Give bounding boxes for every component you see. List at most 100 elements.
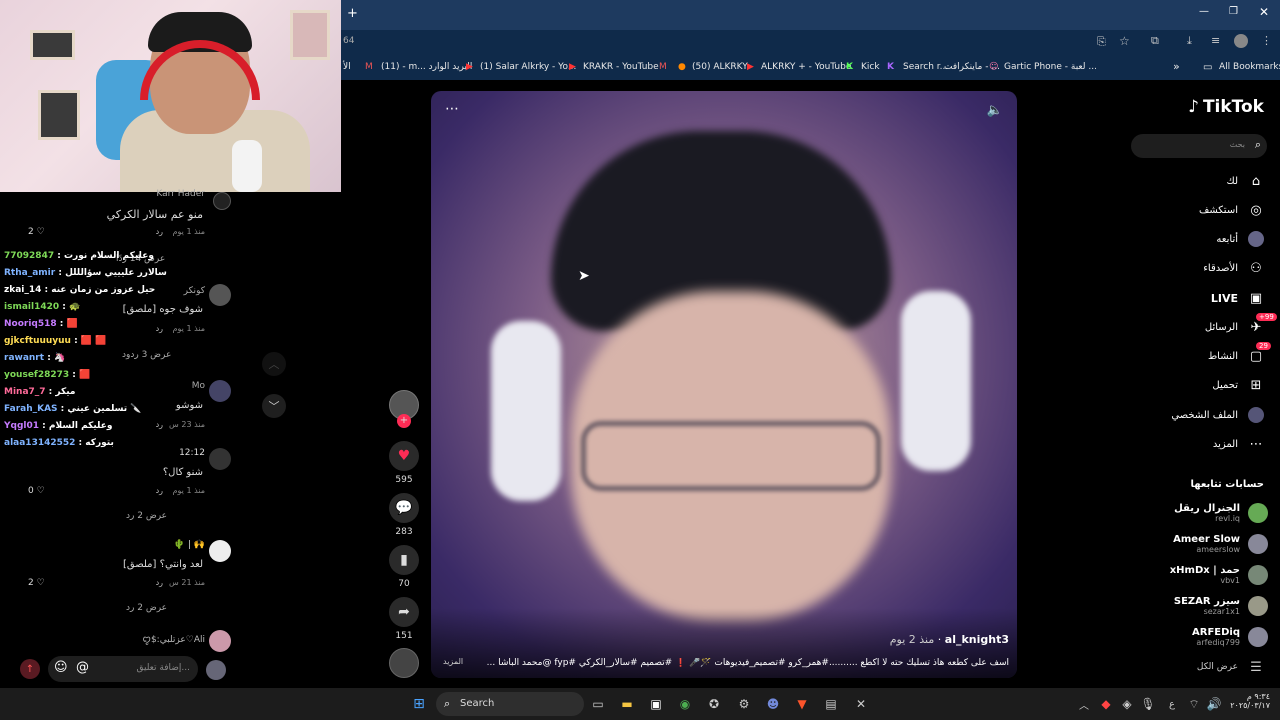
nav-upload[interactable]: تحميل ⊞ (1212, 374, 1264, 396)
video-player[interactable]: ⋯ 🔈 al_knight3 · منذ 2 يوم اسف على كطعه … (431, 91, 1017, 678)
taskbar-search[interactable]: ⌕ Search (436, 692, 584, 716)
reply-button[interactable]: رد (156, 420, 163, 429)
address-bar[interactable]: 64 ⎘ ☆ ⧉ ⤓ ≡ ⋮ (341, 30, 1280, 54)
sound-disc[interactable] (388, 648, 420, 682)
comment-username[interactable]: Karr Hader (156, 189, 205, 199)
nav-activity[interactable]: النشاط ▢ 29 (1208, 342, 1271, 367)
user-avatar[interactable] (206, 660, 226, 680)
network-icon[interactable]: ⌔ (1186, 696, 1202, 712)
file-explorer-icon[interactable]: ▬ (619, 696, 635, 712)
comment-likes[interactable]: 0 ♡ (28, 486, 45, 496)
minimize-button[interactable]: — (1199, 6, 1209, 17)
reply-button[interactable]: رد (156, 578, 163, 587)
input-language[interactable]: ع (1164, 696, 1180, 712)
bookmark-item[interactable]: KRAKR - YouTube (583, 62, 659, 72)
restore-button[interactable]: ❐ (1229, 6, 1238, 17)
bookmark-item[interactable]: (1) Salar Alkrky - Yo... (480, 62, 576, 72)
store-icon[interactable]: ▣ (648, 696, 664, 712)
menu-kebab-icon[interactable]: ⋮ (1261, 34, 1272, 47)
bookmark-star-icon[interactable]: ☆ (1119, 34, 1130, 48)
search-input[interactable]: بحث ⌕ (1131, 134, 1267, 158)
all-bookmarks-button[interactable]: All Bookmarks (1219, 62, 1280, 72)
previous-video-button[interactable]: ︿ (262, 352, 286, 376)
brave-icon[interactable]: ▼ (794, 696, 810, 712)
comment-username[interactable]: 🌵 | 🙌 (174, 540, 205, 550)
nav-live[interactable]: LIVE ▣ (1211, 287, 1264, 309)
reply-button[interactable]: رد (156, 324, 163, 333)
capcut-icon[interactable]: ✕ (853, 696, 869, 712)
task-view-icon[interactable]: ▭ (590, 696, 606, 712)
show-all-button[interactable]: عرض الكل ☰ (1197, 656, 1264, 678)
comment-avatar[interactable] (213, 192, 231, 210)
comment-input[interactable]: ☺ @ إضافة تعليق... (48, 656, 198, 682)
comment-avatar[interactable] (209, 630, 231, 652)
microphone-icon[interactable]: 🎙 (1140, 696, 1156, 712)
music-disc-icon[interactable] (389, 648, 419, 678)
discord-icon[interactable]: ☻ (765, 696, 781, 712)
following-account[interactable]: ARFEDiq arfediq799 (1192, 622, 1268, 652)
nav-for-you[interactable]: لك ⌂ (1227, 170, 1264, 192)
comment-avatar[interactable] (209, 448, 231, 470)
follow-plus-icon[interactable]: + (397, 414, 411, 428)
profile-avatar-icon[interactable] (1234, 34, 1248, 48)
bookmark-item[interactable]: (11) - m... البريد الوارد (381, 62, 472, 72)
nav-messages[interactable]: الرسائل ✈ +99 (1205, 313, 1277, 338)
comment-username[interactable]: 12:12 (179, 448, 205, 458)
install-app-icon[interactable]: ⎘ (1097, 35, 1106, 49)
settings-icon[interactable]: ⚙ (736, 696, 752, 712)
tiktok-logo[interactable]: ♪ TikTok (1188, 97, 1264, 117)
share-arrow-icon[interactable]: ➦ (389, 597, 419, 627)
next-video-button[interactable]: ﹀ (262, 394, 286, 418)
comment-username[interactable]: Mo (192, 381, 205, 391)
app-icon[interactable]: ▤ (823, 696, 839, 712)
windows-start-icon[interactable]: ⊞ (411, 696, 427, 712)
nav-more[interactable]: المزيد ⋯ (1213, 433, 1264, 455)
tray-overflow-icon[interactable]: ︿ (1076, 696, 1092, 712)
nav-friends[interactable]: الأصدقاء ⚇ (1203, 257, 1264, 279)
view-replies-button[interactable]: عرض 3 ردود (122, 350, 171, 360)
volume-icon[interactable]: 🔊 (1206, 696, 1222, 712)
nav-explore[interactable]: استكشف ◎ (1199, 199, 1264, 221)
comment-likes[interactable]: 2 ♡ (28, 227, 45, 237)
tray-app-icon[interactable]: ◆ (1098, 696, 1114, 712)
creator-avatar-button[interactable]: + (388, 390, 420, 438)
volume-icon[interactable]: 🔈 (987, 103, 1003, 118)
bookmark-item[interactable]: الأ (343, 62, 351, 72)
clock[interactable]: ٩:٣٤ م ٢٠٢٥/٠٣/١٧ (1226, 692, 1270, 710)
following-account[interactable]: Ameer Slow ameerslow (1173, 529, 1268, 559)
bookmark-item[interactable]: ALKRKY + - YouTube (761, 62, 851, 72)
extensions-icon[interactable]: ⧉ (1151, 34, 1159, 48)
mention-icon[interactable]: @ (76, 660, 89, 675)
comment-username[interactable]: ꨄ$:عزتلبي♡Ali (143, 633, 205, 646)
close-window-button[interactable]: ✕ (1259, 5, 1269, 19)
comment-username[interactable]: كونكر (184, 286, 205, 296)
following-account[interactable]: xHmDx | حمد vbv1 (1170, 560, 1268, 590)
nav-profile[interactable]: الملف الشخصي (1171, 404, 1264, 426)
bookmark-item[interactable]: Kick (861, 62, 880, 72)
following-account[interactable]: SEZAR سيزر sezar1x1 (1174, 591, 1268, 621)
reply-button[interactable]: رد (156, 486, 163, 495)
new-tab-button[interactable]: + (347, 6, 358, 21)
view-replies-button[interactable]: عرض 2 رد (126, 603, 167, 613)
emoji-icon[interactable]: ☺ (54, 660, 68, 675)
comment-avatar[interactable] (209, 284, 231, 306)
comment-bubble-icon[interactable]: 💬 (389, 493, 419, 523)
comment-action[interactable]: 💬 283 (388, 493, 420, 537)
share-action[interactable]: ➦ 151 (388, 597, 420, 641)
bookmark-item[interactable]: Search r... (903, 62, 948, 72)
bookmark-item[interactable]: Gartic Phone - لعبة ... (1004, 62, 1097, 72)
media-icon[interactable]: ≡ (1211, 34, 1220, 47)
like-action[interactable]: ♥ 595 (388, 441, 420, 485)
search-icon[interactable]: ⌕ (1255, 138, 1261, 152)
heart-icon[interactable]: ♥ (389, 441, 419, 471)
download-icon[interactable]: ⤓ (1187, 34, 1192, 48)
comment-avatar[interactable] (209, 380, 231, 402)
following-account[interactable]: الجنرال ريقل revl.iq (1174, 498, 1268, 528)
save-action[interactable]: ▮ 70 (388, 545, 420, 589)
chrome-icon[interactable]: ◉ (677, 696, 693, 712)
more-bookmarks-icon[interactable]: » (1173, 60, 1180, 73)
more-options-icon[interactable]: ⋯ (445, 101, 459, 117)
nav-following[interactable]: أتابعه (1216, 228, 1264, 250)
view-replies-button[interactable]: عرض 2 رد (126, 511, 167, 521)
send-icon[interactable]: ↑ (20, 659, 40, 679)
